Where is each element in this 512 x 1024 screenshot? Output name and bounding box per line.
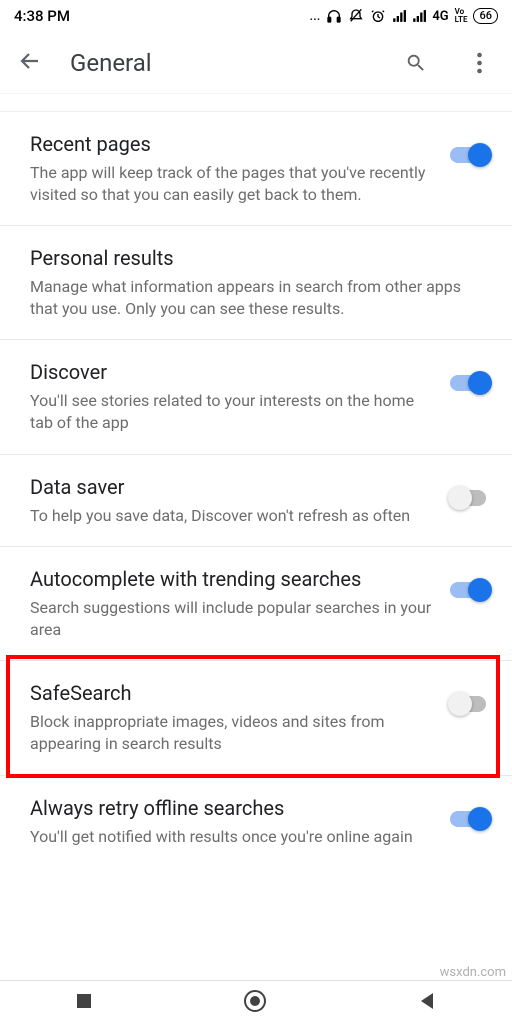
headphones-icon [326, 8, 342, 24]
back-button[interactable] [18, 49, 42, 77]
setting-title: SafeSearch [30, 681, 432, 705]
home-button[interactable] [243, 989, 267, 1017]
status-time: 4:38 PM [14, 7, 70, 25]
alarm-icon [370, 8, 386, 24]
do-not-disturb-icon [348, 8, 364, 24]
toggle-discover[interactable] [448, 370, 492, 396]
toggle-retry-offline[interactable] [448, 806, 492, 832]
status-right: ... 4G VoLTE 66 [310, 8, 498, 24]
setting-title: Discover [30, 360, 432, 384]
signal-icon-2 [412, 9, 426, 23]
setting-title: Data saver [30, 475, 432, 499]
setting-recent-pages[interactable]: Recent pages The app will keep track of t… [0, 112, 512, 226]
toggle-data-saver[interactable] [448, 485, 492, 511]
setting-description: The app will keep track of the pages tha… [30, 162, 432, 205]
setting-data-saver[interactable]: Data saver To help you save data, Discove… [0, 455, 512, 548]
page-title: General [70, 49, 368, 77]
back-nav-button[interactable] [417, 991, 437, 1015]
setting-description: You'll see stories related to your inter… [30, 390, 432, 433]
setting-title: Personal results [30, 246, 492, 270]
volte-label: VoLTE [455, 8, 468, 24]
app-bar: General [0, 32, 512, 94]
setting-description: Block inappropriate images, videos and s… [30, 711, 432, 754]
toggle-recent-pages[interactable] [448, 142, 492, 168]
search-button[interactable] [396, 52, 436, 74]
network-label: 4G [432, 9, 448, 24]
recents-button[interactable] [75, 992, 93, 1014]
android-navbar [0, 980, 512, 1024]
status-bar: 4:38 PM ... 4G VoLTE 66 [0, 0, 512, 32]
setting-title: Always retry offline searches [30, 796, 432, 820]
setting-description: Search suggestions will include popular … [30, 597, 432, 640]
more-dots: ... [310, 9, 321, 24]
setting-description: You'll get notified with results once yo… [30, 826, 432, 848]
toggle-safesearch[interactable] [448, 691, 492, 717]
setting-description: Manage what information appears in searc… [30, 276, 492, 319]
setting-safesearch[interactable]: SafeSearch Block inappropriate images, vi… [0, 661, 512, 775]
toggle-autocomplete-trending[interactable] [448, 577, 492, 603]
watermark: wsxdn.com [440, 965, 506, 980]
signal-icon-1 [392, 9, 406, 23]
settings-list: Recent pages The app will keep track of t… [0, 112, 512, 867]
setting-autocomplete-trending[interactable]: Autocomplete with trending searches Searc… [0, 547, 512, 661]
setting-description: To help you save data, Discover won't re… [30, 505, 432, 527]
setting-title: Autocomplete with trending searches [30, 567, 432, 591]
overflow-menu-button[interactable] [464, 52, 494, 74]
setting-discover[interactable]: Discover You'll see stories related to yo… [0, 340, 512, 454]
setting-title: Recent pages [30, 132, 432, 156]
setting-personal-results[interactable]: Personal results Manage what information … [0, 226, 512, 340]
setting-retry-offline[interactable]: Always retry offline searches You'll get … [0, 776, 512, 868]
battery-indicator: 66 [473, 8, 498, 24]
